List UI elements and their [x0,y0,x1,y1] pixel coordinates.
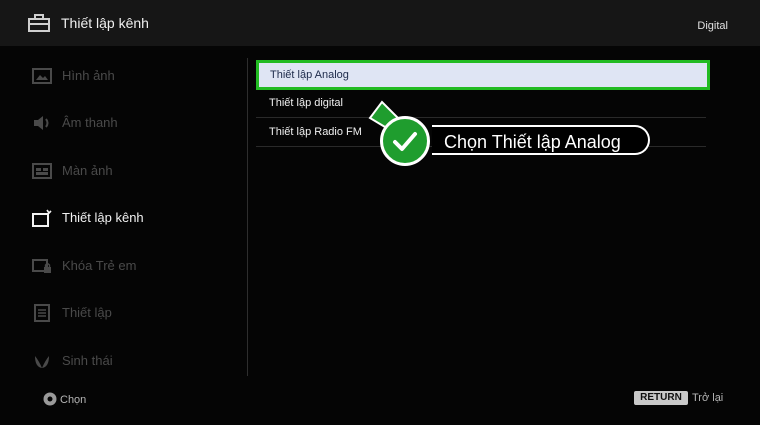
sidebar-item-screen[interactable]: Màn ảnh [0,151,246,191]
sidebar-item-label: Thiết lập [62,305,112,320]
sidebar-item-picture[interactable]: Hình ảnh [0,56,246,96]
channel-setup-icon [32,209,52,227]
menu-item-digital-setup[interactable]: Thiết lập digital [256,90,706,118]
checkmark-icon [393,132,417,151]
dpad-icon [43,392,57,406]
menu-item-label: Thiết lập Analog [270,69,349,81]
panel-divider [247,58,248,376]
menu-item-analog-setup[interactable]: Thiết lập Analog [256,60,710,90]
sidebar-item-eco[interactable]: Sinh thái [0,341,246,381]
return-hint-label: Trở lại [692,392,724,404]
header-bar: Thiết lập kênh Digital [0,0,760,46]
toolbox-icon [28,14,50,32]
sidebar-item-channel-setup[interactable]: Thiết lập kênh [0,198,246,238]
picture-icon [32,68,52,84]
sidebar-item-sound[interactable]: Âm thanh [0,103,246,143]
broadcast-mode-label: Digital [697,20,728,32]
instruction-callout: Chọn Thiết lập Analog [432,125,650,155]
speaker-icon [34,116,49,130]
sidebar-item-label: Khóa Trẻ em [62,258,137,273]
setup-icon [34,304,50,322]
sidebar-item-label: Hình ảnh [62,68,115,83]
sidebar-item-setup[interactable]: Thiết lập [0,293,246,333]
screen-icon [32,163,52,179]
select-hint-label: Chọn [60,394,87,406]
sidebar-item-child-lock[interactable]: Khóa Trẻ em [0,246,246,286]
page-title: Thiết lập kênh [61,15,149,31]
sidebar-item-label: Sinh thái [62,353,113,368]
sidebar-item-label: Màn ảnh [62,163,113,178]
return-key-badge[interactable]: RETURN [634,391,688,405]
menu-item-label: Thiết lập digital [269,97,343,109]
eco-icon [35,356,49,368]
child-lock-icon [32,259,51,273]
callout-check-badge [380,116,430,166]
instruction-text: Chọn Thiết lập Analog [444,132,621,152]
sidebar-item-label: Thiết lập kênh [62,210,144,225]
sidebar-item-label: Âm thanh [62,115,118,130]
menu-item-label: Thiết lập Radio FM [269,126,362,138]
